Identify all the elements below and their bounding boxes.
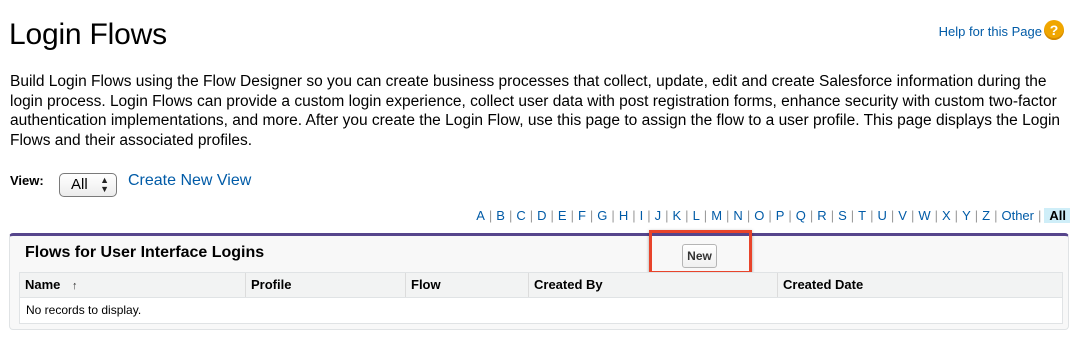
column-header-created-date-label: Created Date — [783, 277, 864, 292]
login-flows-panel: Flows for User Interface Logins New Name… — [9, 230, 1069, 330]
sort-ascending-icon: ↑ — [72, 280, 78, 292]
alphabet-separator: | — [1037, 208, 1042, 223]
help-link[interactable]: Help for this Page — [939, 24, 1042, 39]
view-select[interactable]: All ▲ ▼ — [59, 173, 117, 197]
view-select-value: All — [71, 176, 88, 193]
alphabet-letter-j[interactable]: J — [652, 208, 665, 223]
alphabet-letter-l[interactable]: L — [690, 208, 703, 223]
alphabet-letter-y[interactable]: Y — [959, 208, 974, 223]
alphabet-letter-s[interactable]: S — [835, 208, 850, 223]
column-header-created-date[interactable]: Created Date — [777, 273, 1062, 297]
select-arrows-icon: ▲ ▼ — [100, 175, 109, 194]
alphabet-letter-all[interactable]: All — [1044, 208, 1070, 223]
alphabet-letter-v[interactable]: V — [895, 208, 910, 223]
column-header-name[interactable]: Name ↑ — [20, 273, 245, 297]
alphabet-letter-o[interactable]: O — [751, 208, 767, 223]
alphabet-letter-x[interactable]: X — [939, 208, 954, 223]
alphabet-letter-f[interactable]: F — [575, 208, 589, 223]
alphabet-letter-q[interactable]: Q — [793, 208, 809, 223]
alphabet-letter-h[interactable]: H — [616, 208, 631, 223]
alphabet-letter-e[interactable]: E — [555, 208, 570, 223]
alphabet-letter-w[interactable]: W — [915, 208, 933, 223]
page-title: Login Flows — [9, 18, 167, 51]
column-header-created-by[interactable]: Created By — [528, 273, 777, 297]
question-icon[interactable]: ? — [1044, 20, 1064, 40]
panel-title: Flows for User Interface Logins — [25, 244, 265, 261]
table-header-row: Name ↑ Profile Flow Created By Created D… — [20, 273, 1062, 298]
alphabet-letter-p[interactable]: P — [773, 208, 788, 223]
empty-message: No records to display. — [26, 303, 142, 317]
create-new-view-link[interactable]: Create New View — [128, 172, 251, 190]
alphabet-letter-r[interactable]: R — [814, 208, 829, 223]
page-description: Build Login Flows using the Flow Designe… — [10, 73, 1061, 149]
alphabet-letter-m[interactable]: M — [708, 208, 725, 223]
alphabet-letter-a[interactable]: A — [473, 208, 488, 223]
alphabet-letter-k[interactable]: K — [670, 208, 685, 223]
column-header-profile[interactable]: Profile — [245, 273, 405, 297]
alphabet-letter-z[interactable]: Z — [979, 208, 993, 223]
column-header-flow[interactable]: Flow — [405, 273, 528, 297]
flows-table: Name ↑ Profile Flow Created By Created D… — [19, 272, 1063, 324]
column-header-profile-label: Profile — [251, 277, 292, 292]
alphabet-letter-other[interactable]: Other — [998, 208, 1037, 223]
alphabet-letter-b[interactable]: B — [493, 208, 508, 223]
column-header-flow-label: Flow — [411, 277, 441, 292]
alphabet-letter-n[interactable]: N — [730, 208, 745, 223]
view-label: View: — [10, 173, 44, 188]
alphabet-letter-t[interactable]: T — [855, 208, 869, 223]
alphabet-letter-d[interactable]: D — [534, 208, 549, 223]
column-header-created-by-label: Created By — [534, 277, 603, 292]
alphabet-letter-c[interactable]: C — [513, 208, 528, 223]
column-header-name-label: Name — [25, 277, 61, 292]
highlight-annotation — [649, 230, 752, 274]
alphabet-filter: A | B | C | D | E | F | G | H | I | J | K | L | M | N | O | P | Q | R | S | T |… — [473, 208, 1070, 223]
alphabet-letter-g[interactable]: G — [594, 208, 610, 223]
alphabet-letter-u[interactable]: U — [874, 208, 889, 223]
alphabet-letter-i[interactable]: I — [637, 208, 647, 223]
